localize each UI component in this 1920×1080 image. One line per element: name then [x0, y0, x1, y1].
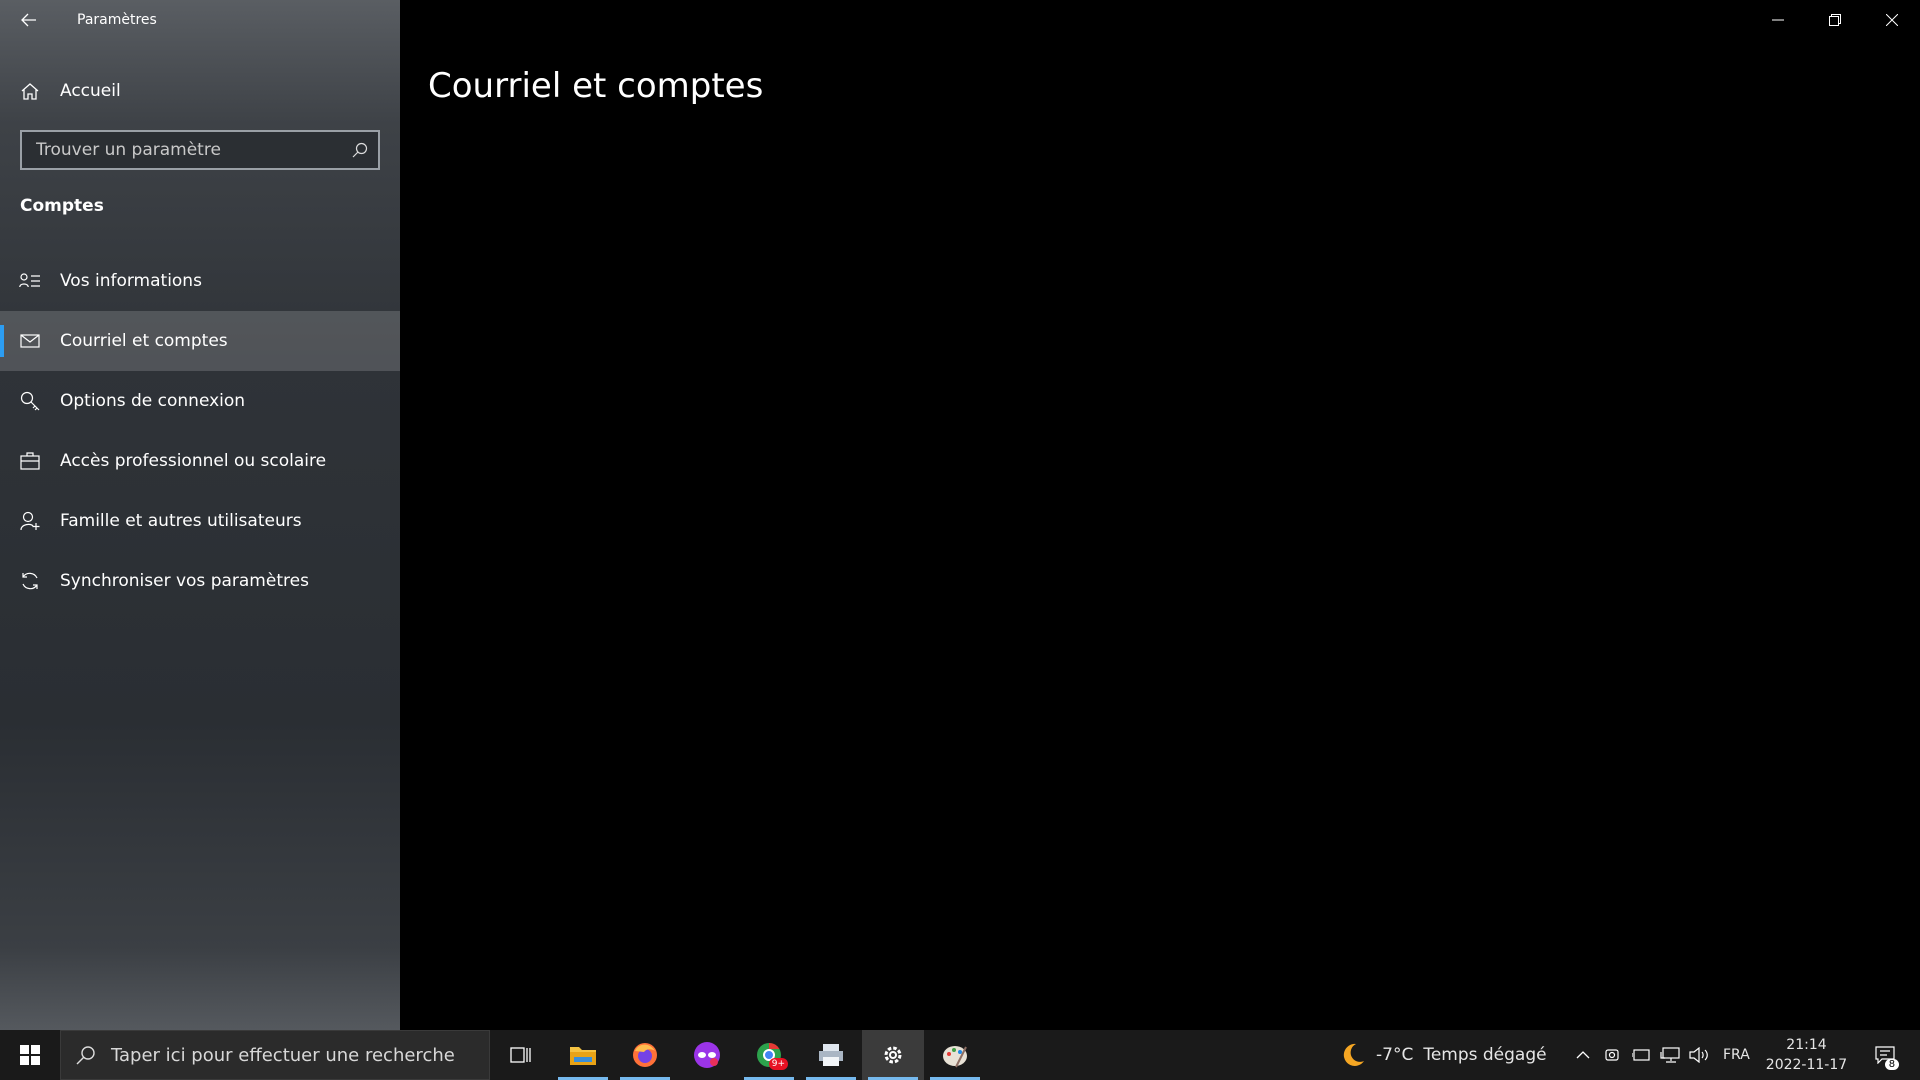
settings-search-box[interactable]: [20, 130, 380, 170]
person-add-icon: [0, 511, 60, 531]
start-button[interactable]: [0, 1030, 60, 1080]
chrome-notification-badge: 9+: [768, 1058, 788, 1070]
taskbar-paint-app[interactable]: [924, 1030, 986, 1080]
input-language[interactable]: FRA: [1723, 1047, 1750, 1063]
weather-widget[interactable]: -7°C Temps dégagé: [1338, 1030, 1547, 1080]
briefcase-icon: [0, 452, 60, 470]
tray-network[interactable]: [1655, 1047, 1684, 1063]
firefox-icon: [633, 1043, 657, 1067]
tray-battery[interactable]: [1626, 1049, 1655, 1061]
back-arrow-icon: [21, 13, 36, 27]
sidebar-item-acces-professionnel[interactable]: Accès professionnel ou scolaire: [0, 431, 400, 491]
close-button[interactable]: [1863, 0, 1920, 40]
home-label: Accueil: [60, 81, 121, 101]
mail-icon: [0, 334, 60, 348]
home-nav-item[interactable]: Accueil: [0, 66, 400, 116]
sidebar-item-label: Courriel et comptes: [60, 331, 228, 351]
printer-icon: [819, 1044, 843, 1066]
person-list-icon: [0, 273, 60, 289]
sidebar-item-vos-informations[interactable]: Vos informations: [0, 251, 400, 311]
search-icon[interactable]: [342, 142, 378, 158]
tray-volume[interactable]: [1684, 1047, 1713, 1063]
tray-overflow-button[interactable]: [1568, 1051, 1597, 1059]
sidebar-item-label: Famille et autres utilisateurs: [60, 511, 302, 531]
restore-icon: [1828, 14, 1841, 26]
settings-sidebar: Paramètres Accueil Comptes Vos informati…: [0, 0, 400, 1030]
search-icon: [61, 1045, 111, 1065]
page-title: Courriel et comptes: [428, 66, 764, 106]
sidebar-nav: Vos informations Courriel et comptes Opt…: [0, 251, 400, 611]
sidebar-item-courriel-et-comptes[interactable]: Courriel et comptes: [0, 311, 400, 371]
folder-icon: [570, 1047, 596, 1065]
notification-count-badge: 8: [1884, 1059, 1900, 1070]
task-view-icon: [510, 1047, 531, 1063]
moon-icon: [1343, 1043, 1364, 1066]
gear-icon: [884, 1046, 902, 1064]
taskbar-file-explorer[interactable]: [552, 1030, 614, 1080]
tray-meet-now[interactable]: [1597, 1047, 1626, 1063]
minimize-button[interactable]: [1749, 0, 1806, 40]
battery-icon: [1631, 1049, 1650, 1061]
sidebar-item-label: Accès professionnel ou scolaire: [60, 451, 327, 471]
sidebar-item-synchroniser-vos-parametres[interactable]: Synchroniser vos paramètres: [0, 551, 400, 611]
settings-search-input[interactable]: [22, 132, 342, 168]
clock[interactable]: 21:14 2022-11-17: [1766, 1035, 1847, 1075]
restore-button[interactable]: [1806, 0, 1863, 40]
taskbar-firefox[interactable]: [614, 1030, 676, 1080]
speaker-icon: [1688, 1047, 1708, 1063]
network-icon: [1659, 1047, 1680, 1063]
paint-palette-icon: [943, 1046, 967, 1068]
mask-app-icon: [694, 1042, 720, 1068]
system-tray: FRA 21:14 2022-11-17 8: [1568, 1030, 1911, 1080]
weather-temperature: -7°C: [1376, 1045, 1414, 1065]
taskbar-search-box[interactable]: Taper ici pour effectuer une recherche: [60, 1030, 490, 1080]
action-center-button[interactable]: 8: [1859, 1030, 1911, 1080]
taskbar-chrome[interactable]: 9+: [738, 1030, 800, 1080]
close-icon: [1885, 14, 1898, 26]
windows-logo-icon: [20, 1045, 40, 1065]
title-bar: Paramètres: [0, 0, 400, 40]
sync-icon: [0, 571, 60, 591]
chevron-up-icon: [1576, 1051, 1589, 1059]
taskbar-printer-app[interactable]: [800, 1030, 862, 1080]
main-content: Courriel et comptes: [400, 0, 1920, 1030]
sidebar-item-options-de-connexion[interactable]: Options de connexion: [0, 371, 400, 431]
app-title: Paramètres: [77, 12, 157, 28]
section-title: Comptes: [20, 196, 104, 216]
taskbar-mask-app[interactable]: [676, 1030, 738, 1080]
minimize-icon: [1771, 19, 1784, 21]
clock-date: 2022-11-17: [1765, 1057, 1848, 1073]
taskbar-search-placeholder: Taper ici pour effectuer une recherche: [111, 1044, 455, 1066]
back-button[interactable]: [0, 0, 58, 40]
sidebar-item-label: Vos informations: [60, 271, 202, 291]
camera-icon: [1604, 1049, 1619, 1061]
sidebar-item-famille-et-autres-utilisateurs[interactable]: Famille et autres utilisateurs: [0, 491, 400, 551]
task-view-button[interactable]: [490, 1030, 552, 1080]
clock-time: 21:14: [1786, 1037, 1827, 1053]
window-controls: [1749, 0, 1920, 40]
key-icon: [0, 391, 60, 411]
sidebar-item-label: Options de connexion: [60, 391, 246, 411]
weather-condition: Temps dégagé: [1423, 1045, 1547, 1065]
home-icon: [0, 82, 60, 100]
taskbar-apps: 9+: [490, 1030, 986, 1080]
taskbar-settings[interactable]: [862, 1030, 924, 1080]
sidebar-item-label: Synchroniser vos paramètres: [60, 571, 309, 591]
